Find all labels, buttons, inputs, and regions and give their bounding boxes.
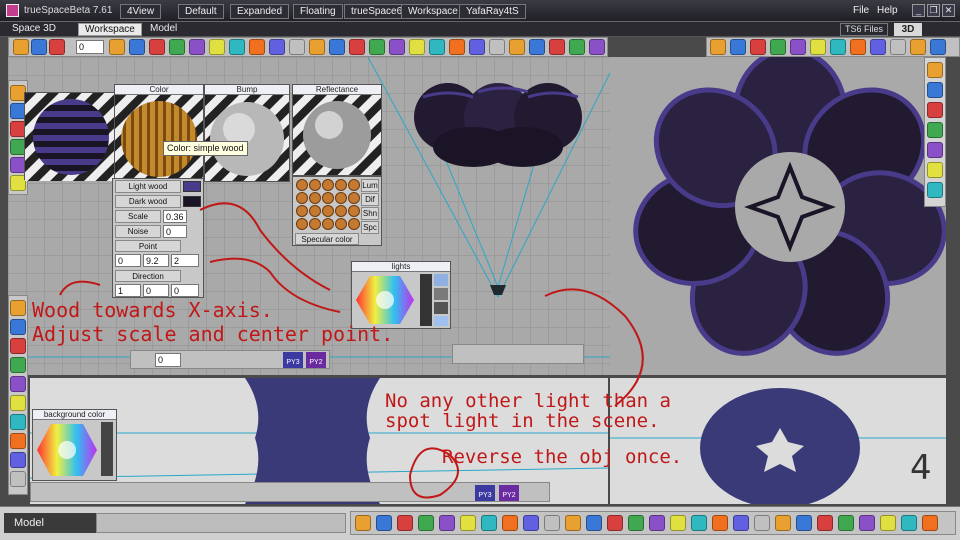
annotation-scale-center: Adjust scale and center point. — [32, 322, 394, 346]
file-toolbar — [96, 513, 346, 533]
model-tool-22-icon[interactable] — [796, 515, 812, 531]
truespace-window: trueSpaceBeta 7.61 4View Default Expande… — [0, 0, 960, 540]
model-tool-4-icon[interactable] — [418, 515, 434, 531]
model-tool-1-icon[interactable] — [355, 515, 371, 531]
model-tool-3-icon[interactable] — [397, 515, 413, 531]
model-tool-23-icon[interactable] — [817, 515, 833, 531]
model-tool-21-icon[interactable] — [775, 515, 791, 531]
model-tool-19-icon[interactable] — [733, 515, 749, 531]
model-tool-5-icon[interactable] — [439, 515, 455, 531]
model-tool-11-icon[interactable] — [565, 515, 581, 531]
model-tool-26-icon[interactable] — [880, 515, 896, 531]
model-tool-8-icon[interactable] — [502, 515, 518, 531]
model-tool-28-icon[interactable] — [922, 515, 938, 531]
model-tool-17-icon[interactable] — [691, 515, 707, 531]
model-tool-13-icon[interactable] — [607, 515, 623, 531]
model-tool-14-icon[interactable] — [628, 515, 644, 531]
annotation-light-1: No any other light than a — [385, 390, 671, 412]
model-tool-7-icon[interactable] — [481, 515, 497, 531]
annotation-wood-axis: Wood towards X-axis. — [32, 298, 273, 322]
model-tool-9-icon[interactable] — [523, 515, 539, 531]
model-tool-25-icon[interactable] — [859, 515, 875, 531]
annotation-reverse: Reverse the obj once. — [442, 446, 683, 468]
model-tool-15-icon[interactable] — [649, 515, 665, 531]
model-tool-20-icon[interactable] — [754, 515, 770, 531]
status-bar: Model — [0, 506, 960, 540]
model-tool-2-icon[interactable] — [376, 515, 392, 531]
model-tool-12-icon[interactable] — [586, 515, 602, 531]
model-tool-27-icon[interactable] — [901, 515, 917, 531]
model-tool-16-icon[interactable] — [670, 515, 686, 531]
model-tool-24-icon[interactable] — [838, 515, 854, 531]
model-tool-6-icon[interactable] — [460, 515, 476, 531]
annotation-light-2: spot light in the scene. — [385, 410, 660, 432]
model-tool-18-icon[interactable] — [712, 515, 728, 531]
model-tool-10-icon[interactable] — [544, 515, 560, 531]
model-tools-toolbar — [350, 511, 956, 535]
